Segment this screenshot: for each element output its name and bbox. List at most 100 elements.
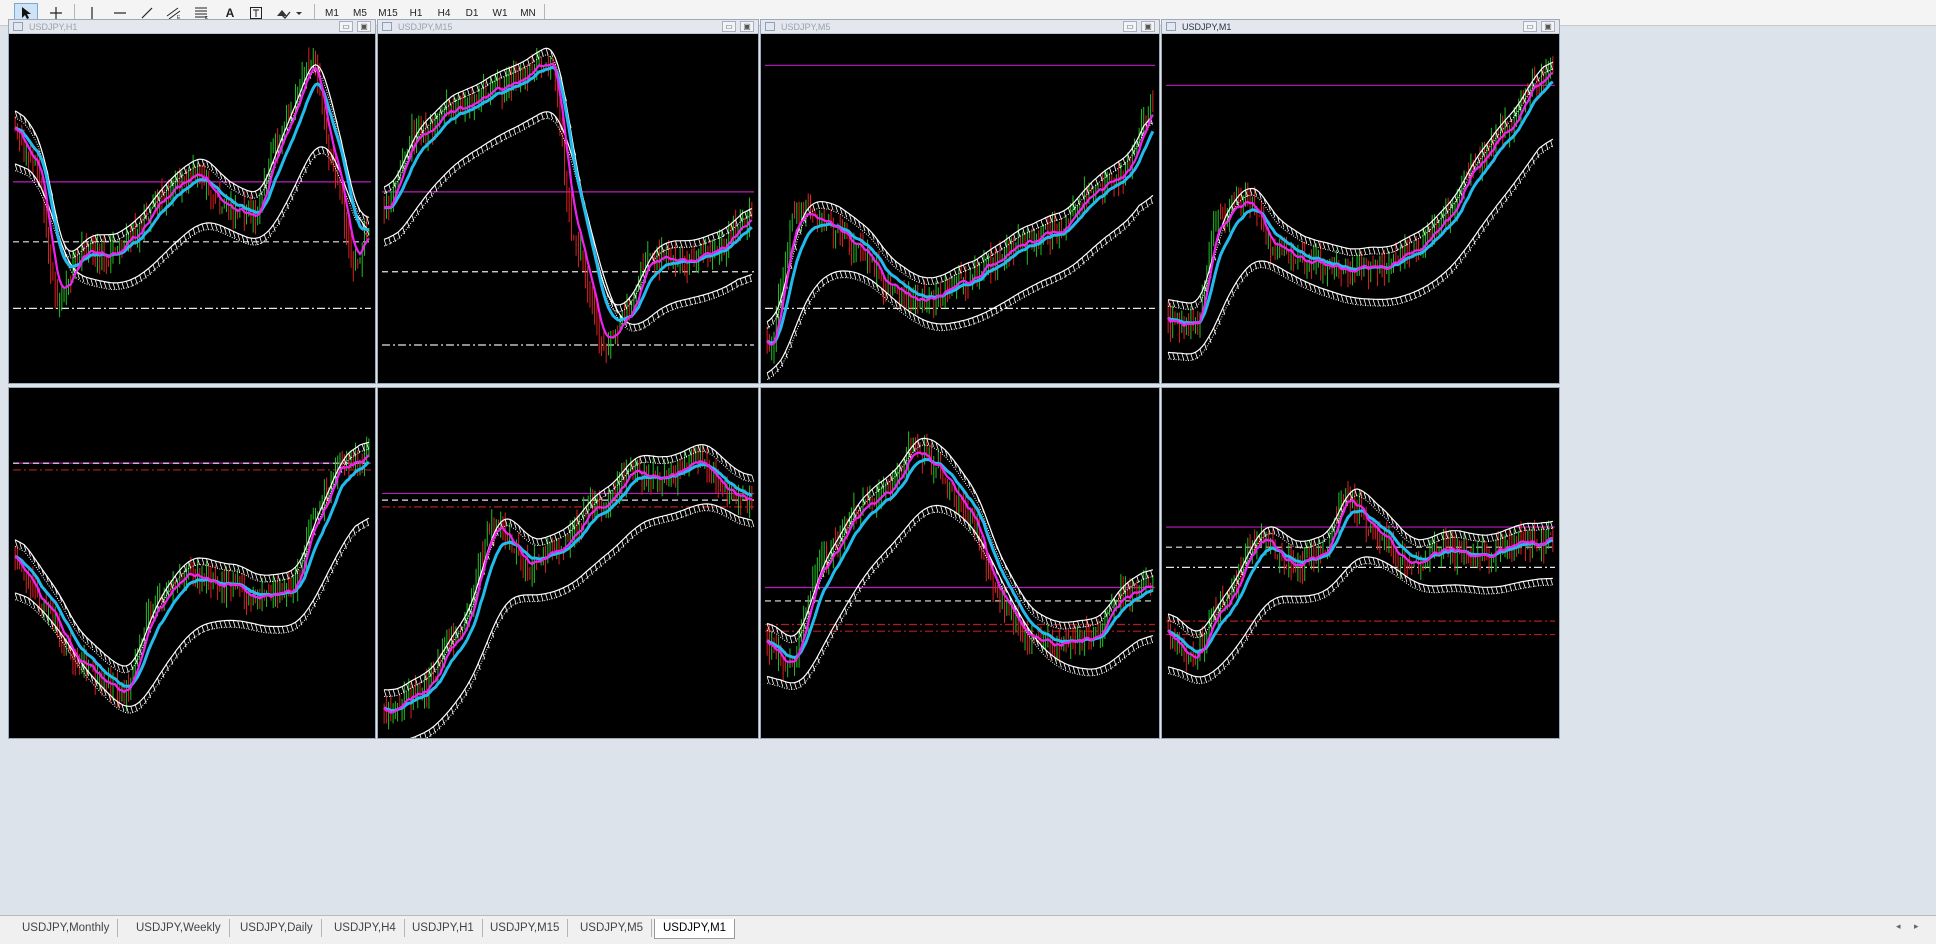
- envelope-hatch: [357, 524, 361, 532]
- envelope-hatch: [237, 620, 240, 628]
- scroll-right-icon[interactable]: ▸: [1914, 921, 1919, 932]
- envelope-hatch: [684, 240, 688, 248]
- chart-window[interactable]: USDJPY,H1 ▭ ▣: [8, 19, 376, 384]
- fast-moving-average: [14, 66, 370, 290]
- price-chart: [382, 47, 754, 364]
- envelope-hatch: [1113, 659, 1117, 667]
- envelope-hatch: [1513, 183, 1517, 190]
- envelope-hatch: [1418, 231, 1421, 239]
- envelope-hatch: [689, 240, 692, 248]
- envelope-hatch: [1068, 622, 1071, 629]
- slow-moving-average: [384, 65, 753, 322]
- envelope-hatch: [643, 455, 647, 463]
- envelope-hatch: [1386, 246, 1390, 254]
- envelope-hatch: [1409, 293, 1412, 301]
- chart-tab[interactable]: USDJPY,H4: [326, 919, 405, 937]
- envelope-hatch: [468, 681, 472, 689]
- chart-tab[interactable]: USDJPY,M5: [572, 919, 653, 937]
- envelope-hatch: [1150, 570, 1153, 578]
- envelope-hatch: [125, 281, 129, 288]
- envelope-hatch: [679, 300, 683, 308]
- envelope-hatch: [648, 455, 652, 463]
- envelope-hatch: [670, 303, 674, 311]
- envelope-hatch: [130, 279, 134, 287]
- envelope-hatch: [1422, 584, 1426, 592]
- envelope-hatch: [1504, 194, 1508, 202]
- chart-window[interactable]: USDJPY,M15 ▭ ▣: [377, 19, 759, 384]
- envelope-hatch: [1459, 530, 1462, 538]
- restore-window-icon[interactable]: ▣: [1141, 21, 1155, 32]
- envelope-hatch: [1472, 586, 1476, 594]
- envelope-band: [14, 146, 370, 291]
- chart-window[interactable]: [1161, 387, 1560, 739]
- chart-tab[interactable]: USDJPY,Daily: [232, 919, 322, 937]
- candles: [1167, 56, 1554, 343]
- envelope-hatch: [1008, 299, 1012, 307]
- envelope-hatch: [201, 223, 205, 231]
- chart-window[interactable]: [8, 387, 376, 739]
- chart-tab[interactable]: USDJPY,Monthly: [14, 919, 119, 937]
- envelope-hatch: [415, 736, 417, 738]
- envelope-hatch: [1459, 256, 1462, 264]
- restore-window-icon[interactable]: ▣: [740, 21, 754, 32]
- envelope-hatch: [201, 625, 205, 633]
- chart-window[interactable]: USDJPY,M1 ▭ ▣: [1161, 19, 1560, 384]
- envelope-hatch: [1204, 343, 1207, 351]
- chart-tab[interactable]: USDJPY,M1: [654, 919, 736, 939]
- envelope-hatch: [798, 680, 802, 688]
- minimize-window-icon[interactable]: ▭: [1123, 21, 1137, 32]
- restore-window-icon[interactable]: ▣: [357, 21, 371, 32]
- chart-tab[interactable]: USDJPY,M15: [482, 919, 569, 937]
- envelope-hatch: [99, 234, 103, 242]
- envelope-hatch: [1436, 585, 1440, 593]
- envelope-hatch: [1190, 353, 1194, 361]
- chart-window[interactable]: [760, 387, 1160, 739]
- chart-window-title[interactable]: USDJPY,H1: [9, 20, 375, 34]
- chart-window-icon: [13, 22, 23, 31]
- envelope-hatch: [223, 563, 227, 571]
- envelope-hatch: [1377, 247, 1380, 255]
- envelope-hatch: [545, 593, 548, 601]
- envelope-hatch: [174, 242, 178, 250]
- envelope-hatch: [716, 232, 720, 240]
- chart-window-title[interactable]: USDJPY,M1: [1162, 20, 1559, 34]
- envelope-hatch: [1226, 657, 1230, 665]
- envelope-hatch: [1226, 298, 1230, 306]
- envelope-hatch: [794, 635, 797, 643]
- envelope-hatch: [1063, 210, 1067, 218]
- chart-window-title[interactable]: USDJPY,M5: [761, 20, 1159, 34]
- envelope-hatch: [1327, 530, 1330, 538]
- envelope-hatch: [1454, 584, 1458, 592]
- envelope-hatch: [491, 630, 495, 638]
- envelope-hatch: [1381, 299, 1385, 307]
- envelope-hatch: [1440, 585, 1444, 593]
- envelope-hatch: [634, 528, 638, 536]
- envelope-hatch: [972, 317, 975, 325]
- envelope-hatch: [926, 277, 930, 285]
- price-chart: [1166, 480, 1555, 685]
- envelope-hatch: [299, 560, 303, 568]
- chart-window-title[interactable]: USDJPY,M15: [378, 20, 758, 34]
- chart-window[interactable]: USDJPY,M5 ▭ ▣: [760, 19, 1160, 384]
- envelope-hatch: [1104, 237, 1108, 245]
- chart-tab[interactable]: USDJPY,Weekly: [128, 919, 230, 937]
- envelope-hatch: [1145, 200, 1149, 208]
- envelope-hatch: [972, 261, 975, 269]
- envelope-hatch: [152, 264, 156, 272]
- minimize-window-icon[interactable]: ▭: [339, 21, 353, 32]
- envelope-hatch: [152, 684, 156, 692]
- scroll-left-icon[interactable]: ◂: [1896, 921, 1901, 932]
- envelope-hatch: [1445, 271, 1449, 279]
- minimize-window-icon[interactable]: ▭: [722, 21, 736, 32]
- envelope-hatch: [480, 146, 484, 154]
- envelope-hatch: [1440, 532, 1444, 540]
- price-chart: [382, 444, 755, 738]
- envelope-hatch: [638, 323, 641, 331]
- minimize-window-icon[interactable]: ▭: [1523, 21, 1537, 32]
- chart-tab[interactable]: USDJPY,H1: [404, 919, 483, 937]
- envelope-hatch: [1176, 352, 1180, 360]
- envelope-hatch: [228, 620, 232, 628]
- chart-window[interactable]: [377, 387, 759, 739]
- envelope-hatch: [661, 456, 665, 464]
- restore-window-icon[interactable]: ▣: [1541, 21, 1555, 32]
